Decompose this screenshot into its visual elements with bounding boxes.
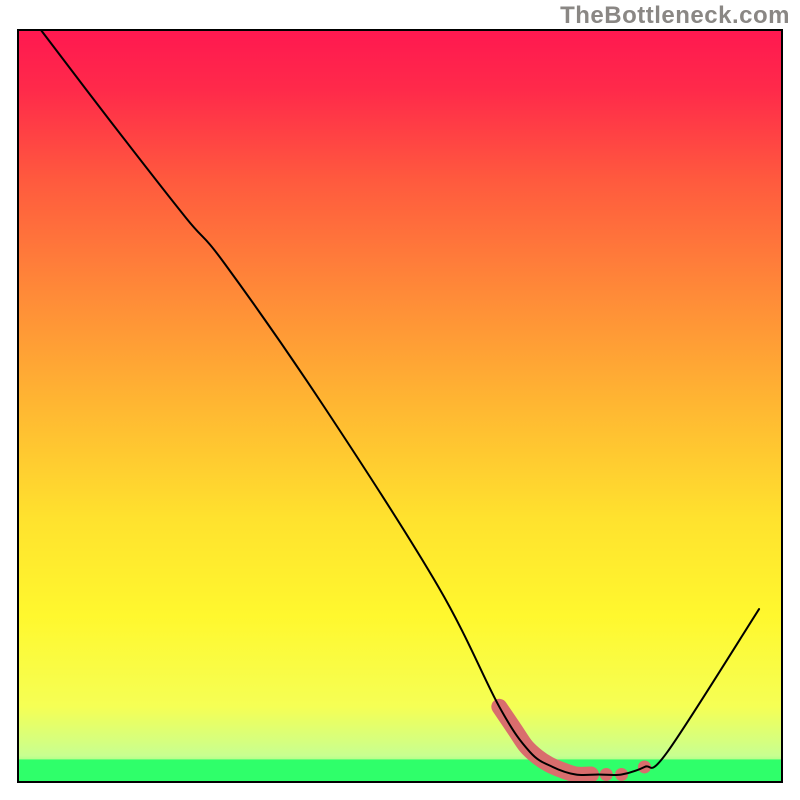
chart-stage: TheBottleneck.com — [0, 0, 800, 800]
gradient-background — [18, 30, 782, 782]
green-zero-band — [18, 759, 782, 782]
bottleneck-chart — [0, 0, 800, 800]
watermark-text: TheBottleneck.com — [560, 2, 790, 30]
